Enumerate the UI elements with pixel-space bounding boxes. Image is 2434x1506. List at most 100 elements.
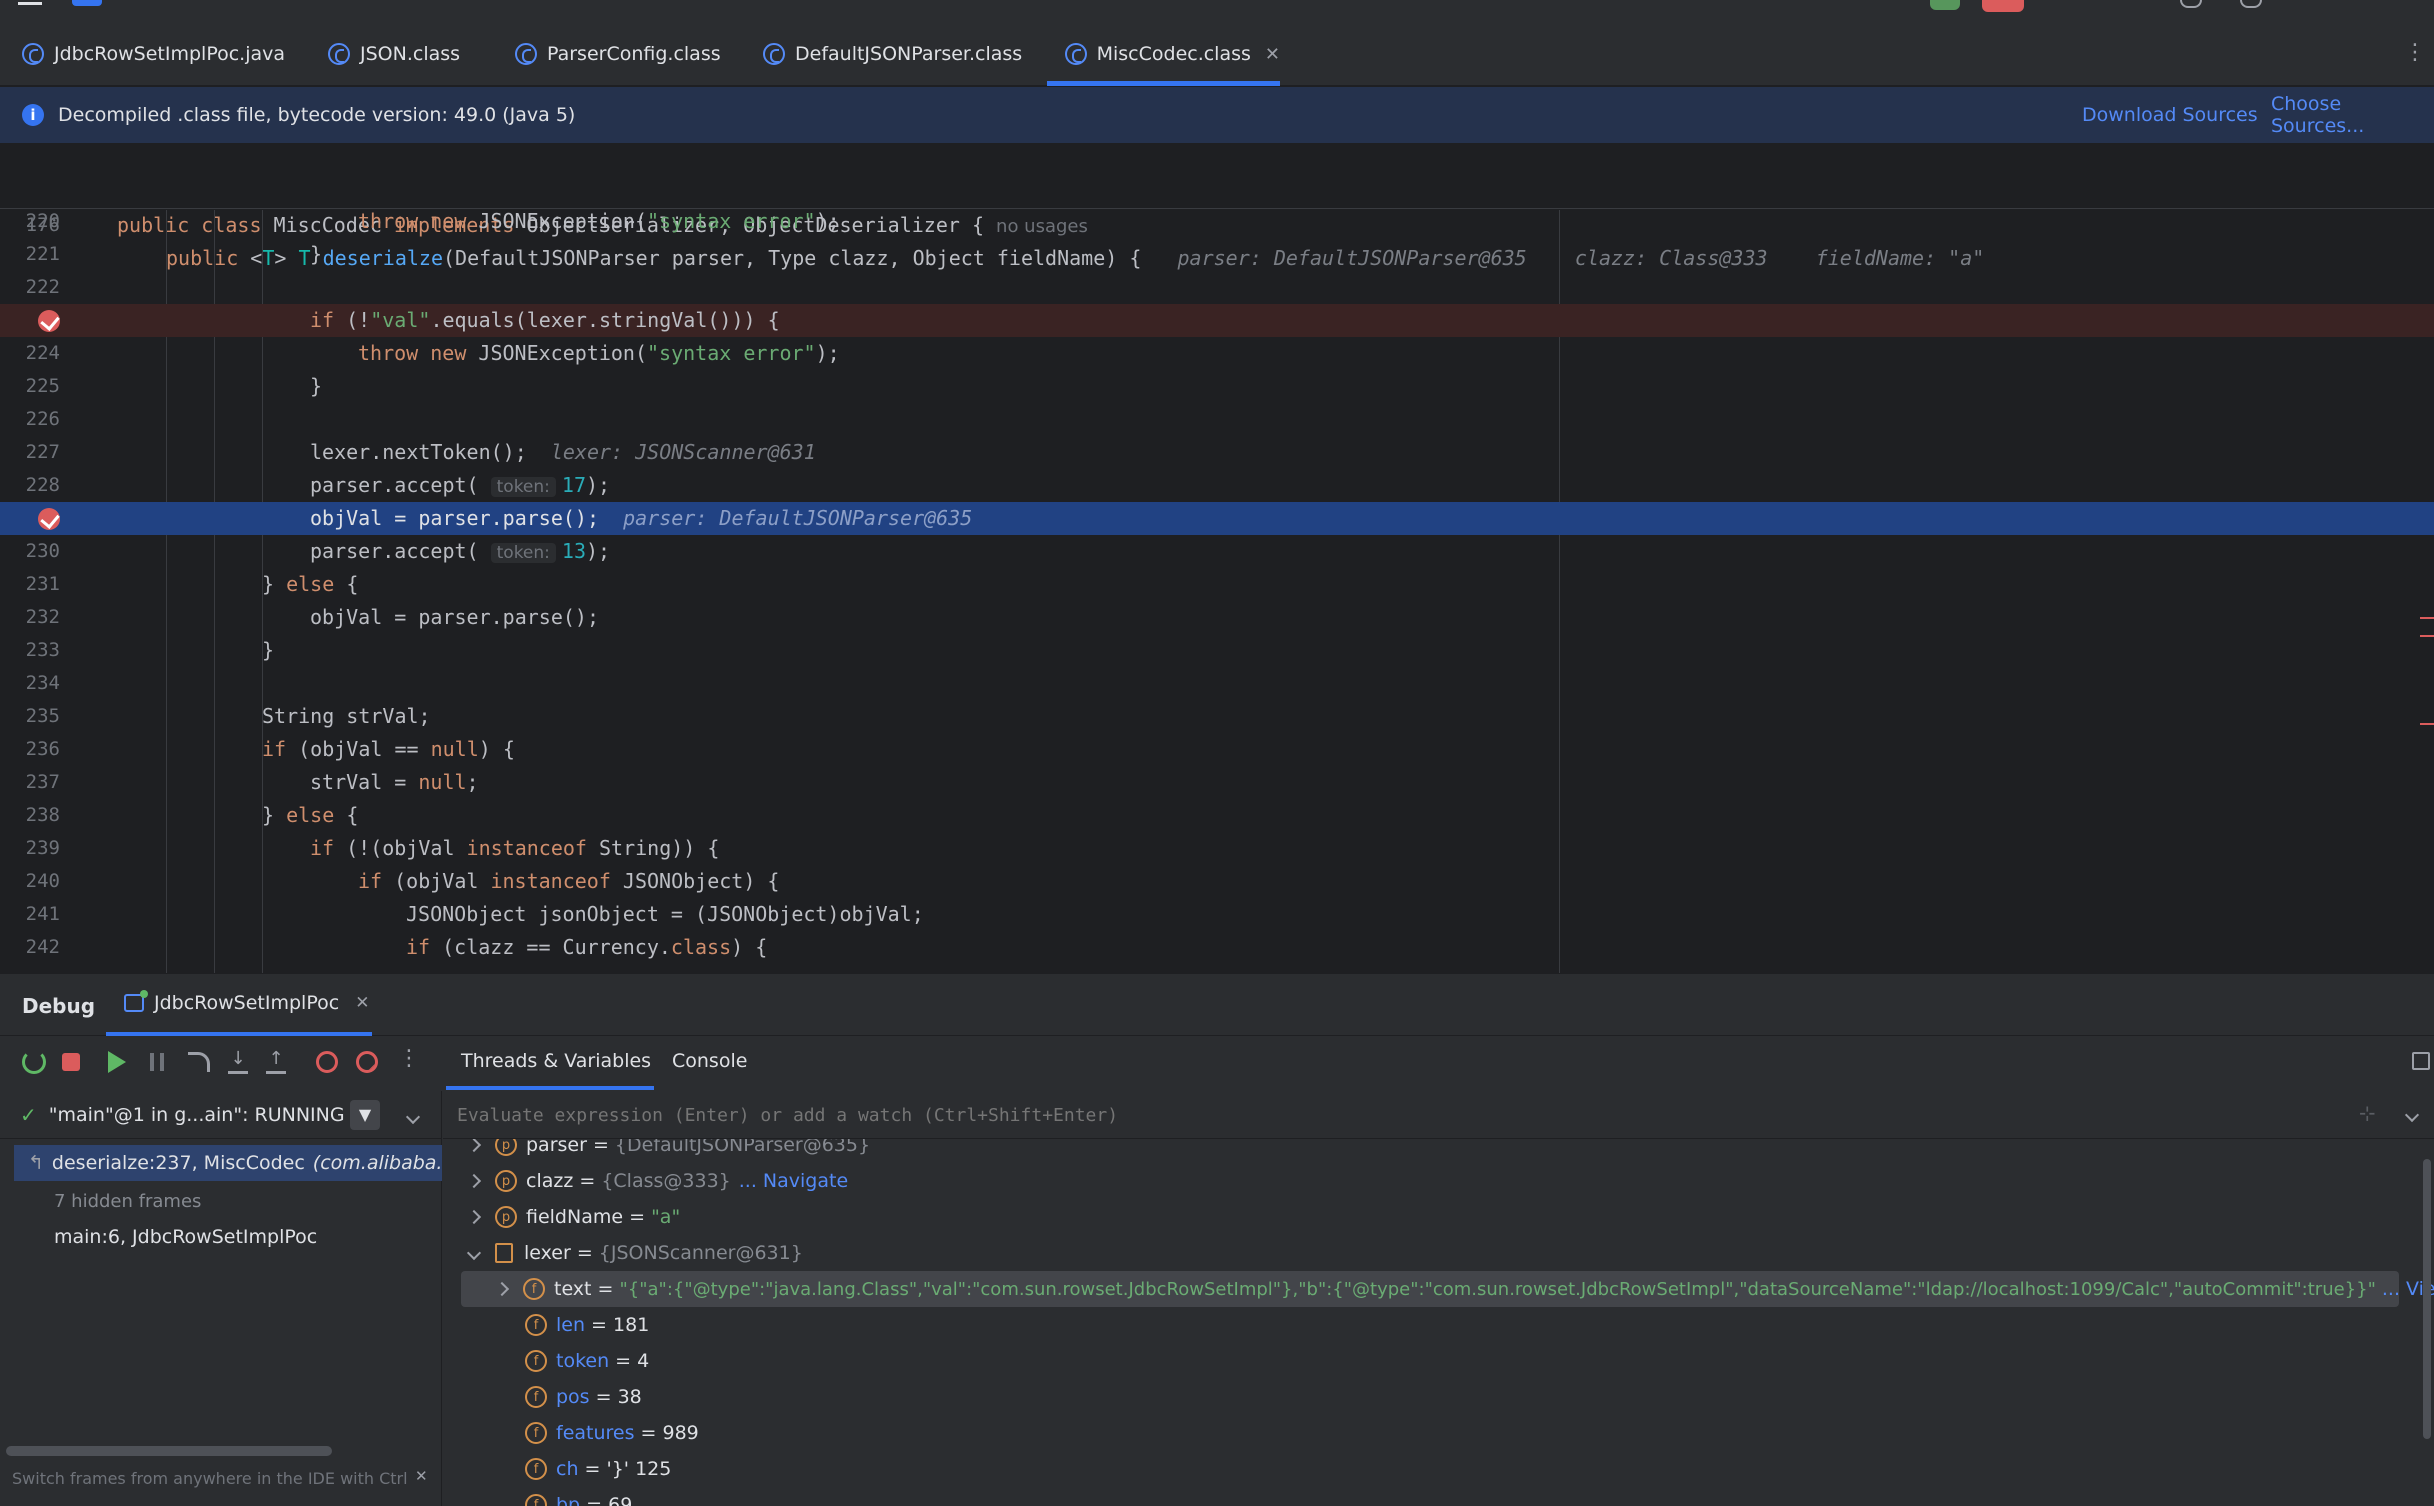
frames-panel: ✓ "main"@1 in g...ain": RUNNING ▼ ↰ dese…: [0, 1091, 442, 1506]
chevron-right-icon[interactable]: [466, 1209, 482, 1225]
tab-label: DefaultJSONParser.class: [795, 43, 1023, 65]
frame-label: deserialze:237, MiscCodec: [51, 1152, 305, 1174]
field-icon: f: [525, 1350, 547, 1372]
code-line: 231} else {: [25, 572, 359, 596]
tab-misccodec-class[interactable]: MiscCodec.class ✕: [1047, 22, 1280, 86]
code-line: 238} else {: [25, 803, 359, 827]
close-icon[interactable]: ✕: [1265, 44, 1280, 65]
step-out-icon[interactable]: ↑: [266, 1050, 286, 1074]
var-features[interactable]: f features = 989: [525, 1415, 699, 1451]
more-icon[interactable]: ⋮: [398, 1046, 420, 1071]
field-icon: f: [523, 1278, 545, 1300]
code-editor[interactable]: 42 public class MiscCodec implements Obj…: [0, 143, 2434, 973]
tab-defaultjsonparser-class[interactable]: DefaultJSONParser.class: [763, 22, 1022, 86]
error-marker[interactable]: [2420, 723, 2434, 725]
field-icon: f: [525, 1458, 547, 1480]
error-marker[interactable]: [2420, 635, 2434, 637]
chevron-right-icon[interactable]: [494, 1281, 510, 1297]
param-icon: p: [495, 1139, 517, 1156]
tab-jdbcrowsetimplpoc[interactable]: JdbcRowSetImplPoc.java: [22, 22, 285, 86]
search-icon[interactable]: [2180, 0, 2202, 8]
project-icon[interactable]: [72, 0, 102, 6]
chevron-right-icon[interactable]: [466, 1139, 482, 1153]
pause-icon[interactable]: [150, 1053, 164, 1071]
frame-item-selected[interactable]: ↰ deserialze:237, MiscCodec (com.alibaba…: [14, 1145, 442, 1181]
code-line: 234: [25, 672, 60, 694]
code-line: 235 String strVal;: [25, 704, 431, 728]
field-icon: f: [525, 1422, 547, 1444]
stop-icon[interactable]: [62, 1053, 80, 1071]
resume-icon[interactable]: [108, 1051, 126, 1073]
tab-label: MiscCodec.class: [1096, 43, 1251, 65]
tab-label: JSON.class: [360, 43, 461, 65]
step-into-icon[interactable]: ↓: [228, 1050, 248, 1074]
var-parser[interactable]: p parser = {DefaultJSONParser@635}: [466, 1139, 870, 1163]
code-line: 233}: [25, 638, 275, 662]
menu-icon[interactable]: [18, 2, 42, 5]
sticky-line-class: 42 public class MiscCodec implements Obj…: [0, 143, 2434, 237]
layout-icon[interactable]: [2412, 1052, 2430, 1070]
hidden-frames[interactable]: 7 hidden frames: [54, 1191, 201, 1212]
var-pos[interactable]: f pos = 38: [525, 1379, 642, 1415]
add-watch-icon[interactable]: ⊹: [2359, 1101, 2376, 1125]
close-icon[interactable]: ✕: [355, 993, 369, 1013]
gear-icon[interactable]: [2240, 0, 2262, 8]
run-icon[interactable]: [1930, 0, 1960, 10]
var-bp[interactable]: f bp = 69: [525, 1487, 632, 1506]
thread-selector[interactable]: ✓ "main"@1 in g...ain": RUNNING ▼: [0, 1091, 442, 1139]
var-ch[interactable]: f ch = '}' 125: [525, 1451, 671, 1487]
chevron-down-icon[interactable]: [405, 1105, 421, 1127]
frame-icon: ↰: [28, 1152, 44, 1174]
evaluate-input[interactable]: [457, 1099, 2337, 1131]
close-icon[interactable]: ✕: [415, 1467, 428, 1485]
code-line: 241 JSONObject jsonObject = (JSONObject)o…: [25, 902, 924, 926]
code-line: 225}: [25, 374, 323, 398]
banner-message: Decompiled .class file, bytecode version…: [58, 104, 576, 126]
error-marker[interactable]: [2420, 617, 2434, 619]
var-clazz[interactable]: p clazz = {Class@333}... Navigate: [466, 1163, 848, 1199]
tab-parserconfig-class[interactable]: ParserConfig.class: [515, 22, 721, 86]
class-icon: [22, 43, 44, 65]
chevron-down-icon[interactable]: [466, 1245, 482, 1261]
var-token[interactable]: f token = 4: [525, 1343, 649, 1379]
frame-item[interactable]: main:6, JdbcRowSetImplPoc: [54, 1226, 317, 1248]
breakpoint-icon[interactable]: [38, 508, 60, 530]
rerun-icon[interactable]: [22, 1050, 46, 1074]
breakpoint-icon[interactable]: [38, 310, 60, 332]
view-breakpoints-icon[interactable]: [316, 1051, 338, 1073]
field-icon: f: [525, 1494, 547, 1506]
filter-icon[interactable]: ▼: [350, 1100, 380, 1130]
tab-console[interactable]: Console: [672, 1050, 747, 1072]
frame-package: (com.alibaba.fastj: [312, 1152, 442, 1174]
variables-list: p parser = {DefaultJSONParser@635} p cla…: [445, 1139, 2434, 1506]
horizontal-scrollbar[interactable]: [6, 1446, 332, 1456]
code-line: 228 parser.accept( token: 17);: [25, 473, 611, 497]
var-text[interactable]: f text = "{"a":{"@type":"java.lang.Class…: [494, 1271, 2434, 1307]
var-lexer[interactable]: lexer = {JSONScanner@631}: [466, 1235, 803, 1271]
class-icon: [328, 43, 350, 65]
chevron-down-icon[interactable]: [2404, 1105, 2420, 1124]
vertical-scrollbar[interactable]: [2423, 1159, 2431, 1439]
tab-json-class[interactable]: JSON.class: [328, 22, 460, 86]
code-line: 224 throw new JSONException("syntax error…: [25, 341, 840, 365]
chevron-right-icon[interactable]: [466, 1173, 482, 1189]
var-len[interactable]: f len = 181: [525, 1307, 649, 1343]
class-icon: [763, 43, 785, 65]
navigate-link[interactable]: ... Navigate: [739, 1170, 848, 1192]
active-tab-indicator: [446, 1086, 654, 1090]
code-line: 221}: [25, 242, 323, 266]
var-fieldname[interactable]: p fieldName = "a": [466, 1199, 680, 1235]
param-icon: p: [495, 1170, 517, 1192]
choose-sources-link[interactable]: Choose Sources...: [2271, 93, 2434, 137]
more-tabs-icon[interactable]: ⋮: [2404, 40, 2426, 68]
local-var-icon: [495, 1243, 513, 1263]
mute-breakpoints-icon[interactable]: [356, 1051, 378, 1073]
code-line: 227 lexer.nextToken(); lexer: JSONScanner…: [25, 440, 816, 464]
step-over-icon[interactable]: [188, 1052, 210, 1072]
debug-session-tab[interactable]: JdbcRowSetImplPoc ✕: [106, 974, 372, 1036]
debug-icon[interactable]: [1982, 0, 2024, 12]
code-line: 236 if (objVal == null) {: [25, 737, 515, 761]
download-sources-link[interactable]: Download Sources: [2082, 104, 2258, 126]
thread-label: "main"@1 in g...ain": RUNNING: [48, 1103, 345, 1126]
tab-threads-variables[interactable]: Threads & Variables: [461, 1050, 651, 1072]
